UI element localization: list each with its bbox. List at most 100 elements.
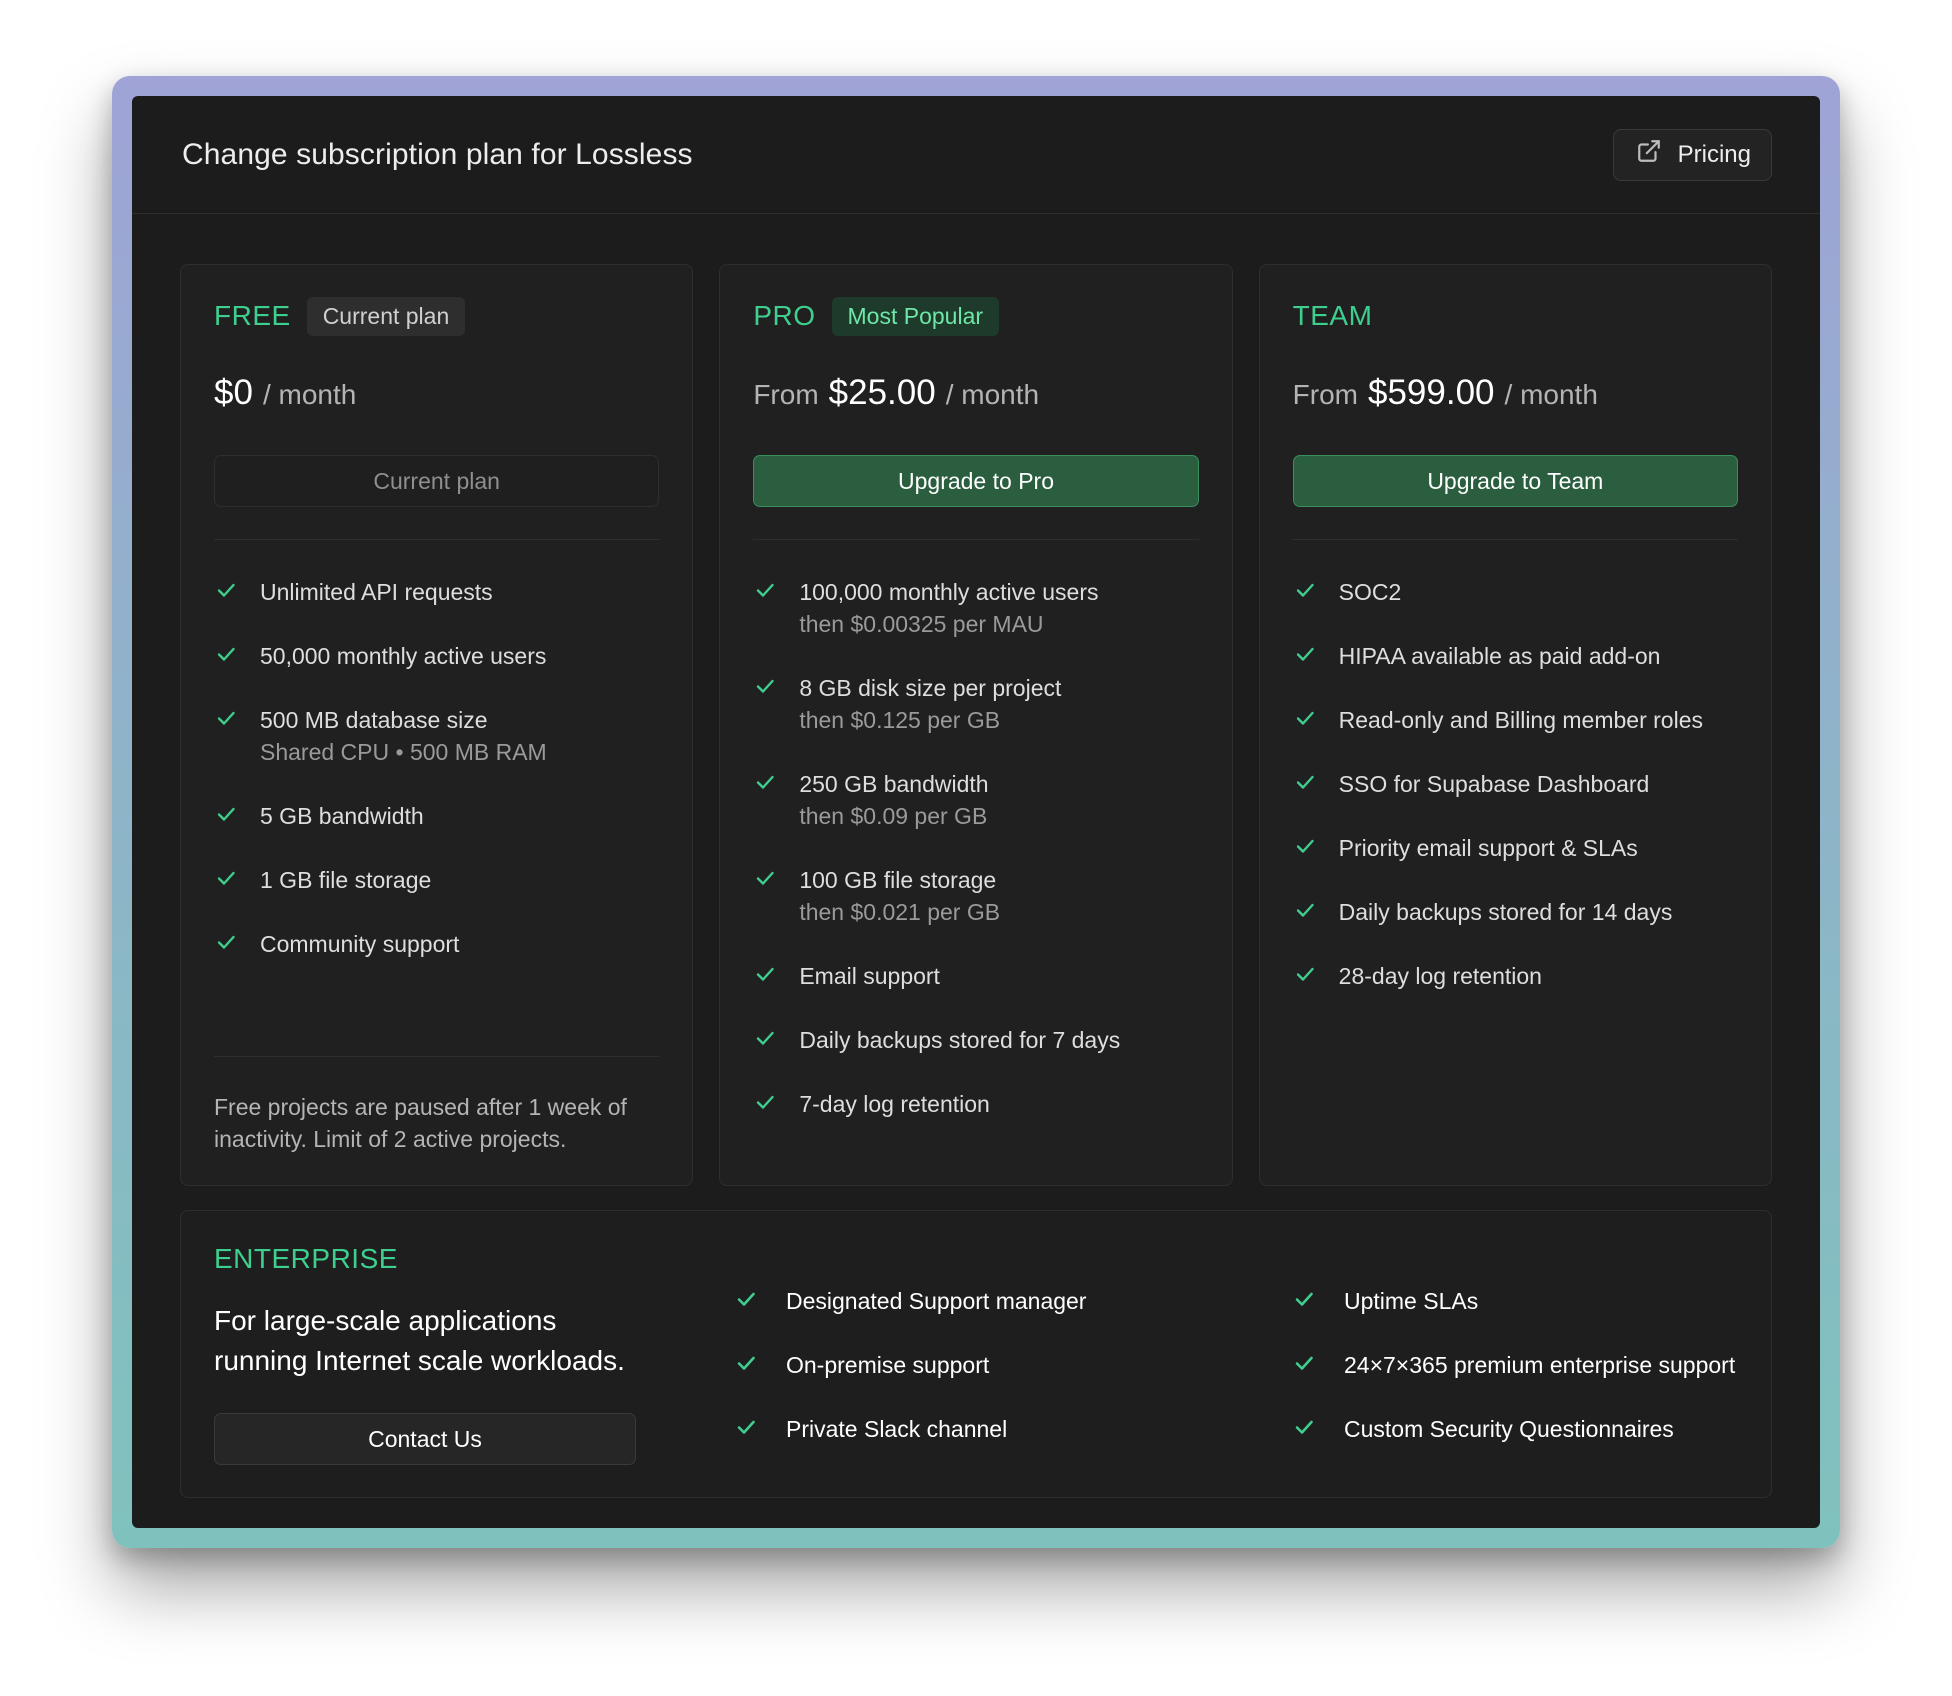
check-icon xyxy=(757,1031,775,1045)
check-icon xyxy=(1296,967,1314,981)
feature-item: 24×7×365 premium enterprise support xyxy=(1292,1349,1738,1381)
feature-item: 100,000 monthly active users then $0.003… xyxy=(753,576,1198,640)
feature-text: 500 MB database size xyxy=(260,707,488,733)
current-plan-button: Current plan xyxy=(214,455,660,507)
feature-item: 250 GB bandwidth then $0.09 per GB xyxy=(753,768,1198,832)
feature-list: 100,000 monthly active users then $0.003… xyxy=(753,576,1198,1120)
feature-text: On-premise support xyxy=(786,1352,990,1378)
enterprise-description: For large-scale applications running Int… xyxy=(214,1305,625,1376)
feature-text: Daily backups stored for 7 days xyxy=(799,1027,1121,1053)
free-plan-footer: Free projects are paused after 1 week of… xyxy=(214,1056,660,1155)
price-suffix: / month xyxy=(945,379,1040,410)
feature-item: SOC2 xyxy=(1293,576,1738,608)
current-plan-badge: Current plan xyxy=(306,296,466,336)
feature-text: SSO for Supabase Dashboard xyxy=(1338,771,1650,797)
upgrade-to-team-button[interactable]: Upgrade to Team xyxy=(1292,455,1738,507)
check-icon xyxy=(217,807,235,821)
feature-item: HIPAA available as paid add-on xyxy=(1293,640,1738,672)
feature-text: 1 GB file storage xyxy=(260,867,432,893)
feature-text: 8 GB disk size per project xyxy=(799,675,1062,701)
feature-text: Unlimited API requests xyxy=(260,579,493,605)
check-icon xyxy=(757,1095,775,1109)
price-amount: $599.00 xyxy=(1367,373,1495,412)
feature-item: Private Slack channel xyxy=(734,1413,1292,1445)
check-icon xyxy=(1295,1420,1313,1434)
most-popular-badge: Most Popular xyxy=(831,296,1000,336)
feature-item: 28-day log retention xyxy=(1293,960,1738,992)
feature-subtext: then $0.00325 per MAU xyxy=(799,611,1044,637)
dialog-header: Change subscription plan for Lossless Pr… xyxy=(132,96,1820,214)
external-link-icon xyxy=(1636,138,1662,171)
divider xyxy=(753,539,1199,540)
check-icon xyxy=(757,583,775,597)
check-icon xyxy=(1296,583,1314,597)
feature-item: Priority email support & SLAs xyxy=(1293,832,1738,864)
feature-item: Community support xyxy=(214,928,659,960)
enterprise-card: ENTERPRISE For large-scale applications … xyxy=(180,1210,1772,1498)
plan-card-free: FREE Current plan $0 / month Current pla… xyxy=(180,264,694,1186)
feature-text: Daily backups stored for 14 days xyxy=(1338,899,1673,925)
feature-text: Priority email support & SLAs xyxy=(1338,835,1638,861)
feature-text: Email support xyxy=(799,963,940,989)
pricing-button[interactable]: Pricing xyxy=(1612,128,1772,181)
feature-text: Custom Security Questionnaires xyxy=(1344,1416,1674,1442)
feature-item: 100 GB file storage then $0.021 per GB xyxy=(753,864,1198,928)
feature-item: 50,000 monthly active users xyxy=(214,640,659,672)
plan-price: $0 / month xyxy=(214,373,659,421)
window-frame: Change subscription plan for Lossless Pr… xyxy=(112,76,1840,1548)
plan-card-pro: PRO Most Popular From $25.00 / month Upg… xyxy=(719,264,1233,1186)
check-icon xyxy=(1296,647,1314,661)
feature-text: Designated Support manager xyxy=(786,1288,1087,1314)
feature-item: 500 MB database size Shared CPU • 500 MB… xyxy=(214,704,659,768)
check-icon xyxy=(1295,1356,1313,1370)
plan-name: FREE xyxy=(214,300,291,331)
feature-text: 5 GB bandwidth xyxy=(260,803,424,829)
enterprise-summary: ENTERPRISE For large-scale applications … xyxy=(214,1243,734,1465)
plan-header: TEAM xyxy=(1293,295,1738,337)
check-icon xyxy=(757,679,775,693)
feature-item: Unlimited API requests xyxy=(214,576,659,608)
feature-item: Read-only and Billing member roles xyxy=(1293,704,1738,736)
check-icon xyxy=(737,1420,755,1434)
feature-item: SSO for Supabase Dashboard xyxy=(1293,768,1738,800)
price-prefix: From xyxy=(753,379,819,410)
plan-header: PRO Most Popular xyxy=(753,295,1198,337)
divider xyxy=(1292,539,1738,540)
feature-item: Uptime SLAs xyxy=(1292,1285,1738,1317)
check-icon xyxy=(1296,839,1314,853)
feature-text: Read-only and Billing member roles xyxy=(1338,707,1703,733)
price-amount: $25.00 xyxy=(828,373,936,412)
feature-item: Designated Support manager xyxy=(734,1285,1292,1317)
check-icon xyxy=(217,935,235,949)
plan-price: From $599.00 / month xyxy=(1293,373,1738,421)
feature-text: 50,000 monthly active users xyxy=(260,643,547,669)
feature-item: On-premise support xyxy=(734,1349,1292,1381)
feature-text: 250 GB bandwidth xyxy=(799,771,989,797)
feature-text: HIPAA available as paid add-on xyxy=(1338,643,1661,669)
upgrade-to-pro-button[interactable]: Upgrade to Pro xyxy=(753,455,1199,507)
price-amount: $0 xyxy=(214,373,253,412)
price-prefix: From xyxy=(1292,379,1358,410)
contact-us-button[interactable]: Contact Us xyxy=(214,1413,636,1465)
feature-text: 100,000 monthly active users xyxy=(799,579,1099,605)
divider xyxy=(214,539,660,540)
feature-subtext: Shared CPU • 500 MB RAM xyxy=(260,739,547,765)
plan-name: TEAM xyxy=(1292,300,1373,331)
check-icon xyxy=(757,871,775,885)
feature-item: 1 GB file storage xyxy=(214,864,659,896)
feature-text: 100 GB file storage xyxy=(799,867,997,893)
plan-name: ENTERPRISE xyxy=(214,1243,398,1274)
feature-subtext: then $0.021 per GB xyxy=(799,899,1001,925)
pricing-button-label: Pricing xyxy=(1677,140,1751,168)
feature-text: 28-day log retention xyxy=(1338,963,1542,989)
check-icon xyxy=(217,647,235,661)
feature-item: 7-day log retention xyxy=(753,1088,1198,1120)
plan-price: From $25.00 / month xyxy=(753,373,1198,421)
free-plan-footnote: Free projects are paused after 1 week of… xyxy=(214,1094,627,1152)
feature-text: Private Slack channel xyxy=(786,1416,1008,1442)
check-icon xyxy=(217,711,235,725)
subscription-dialog: Change subscription plan for Lossless Pr… xyxy=(132,96,1820,1528)
check-icon xyxy=(737,1292,755,1306)
feature-item: Daily backups stored for 7 days xyxy=(753,1024,1198,1056)
feature-text: SOC2 xyxy=(1338,579,1402,605)
